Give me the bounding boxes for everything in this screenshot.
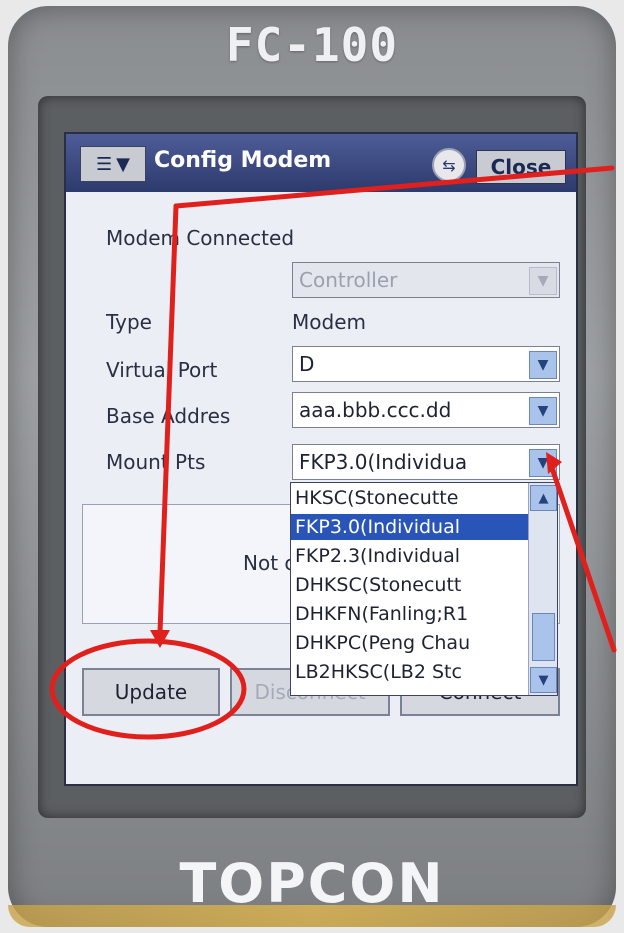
mount-pts-select[interactable]: FKP3.0(Individua ▼ — [292, 444, 560, 480]
dropdown-option[interactable]: FKP3.0(Individual — [291, 514, 531, 540]
chevron-down-icon[interactable]: ▼ — [529, 449, 557, 477]
mount-pts-value: FKP3.0(Individua — [299, 450, 468, 474]
base-address-value: aaa.bbb.ccc.dd — [299, 398, 452, 422]
dropdown-scrollbar[interactable]: ▲ ▼ — [528, 483, 557, 695]
mount-pts-dropdown[interactable]: HKSC(Stonecutte FKP3.0(Individual FKP2.3(I… — [290, 482, 558, 696]
chevron-down-icon: ▼ — [529, 267, 557, 295]
dropdown-option[interactable]: DHKFN(Fanling;R1 — [291, 601, 531, 627]
dropdown-option[interactable]: DHKSC(Stonecutt — [291, 572, 531, 598]
scroll-up-icon[interactable]: ▲ — [530, 485, 557, 511]
modem-status-label: Modem Connected — [106, 226, 295, 250]
chevron-down-icon[interactable]: ▼ — [529, 351, 557, 379]
scroll-thumb[interactable] — [532, 613, 555, 661]
menu-icon: ☰ — [96, 153, 113, 175]
dropdown-option[interactable]: FKP2.3(Individual — [291, 543, 531, 569]
virtual-port-select[interactable]: D ▼ — [292, 346, 560, 382]
dropdown-option[interactable]: HKSC(Stonecutte — [291, 485, 531, 511]
base-address-select[interactable]: aaa.bbb.ccc.dd ▼ — [292, 392, 560, 428]
device-model: FC-100 — [225, 18, 399, 72]
connection-icon[interactable]: ⇆ — [432, 148, 466, 182]
type-label: Type — [106, 310, 152, 334]
type-value: Modem — [292, 310, 366, 334]
scroll-down-icon[interactable]: ▼ — [530, 667, 557, 693]
menu-button[interactable]: ☰ ▼ — [80, 146, 146, 182]
window-title: Config Modem — [154, 148, 332, 173]
screen: ☰ ▼ Config Modem ⇆ Close Modem Connected… — [64, 132, 578, 786]
dropdown-option[interactable]: LB2HKSC(LB2 Stc — [291, 659, 531, 685]
update-button[interactable]: Update — [82, 668, 220, 716]
base-address-label: Base Addres — [106, 404, 231, 428]
virtual-port-value: D — [299, 352, 315, 376]
title-bar: ☰ ▼ Config Modem ⇆ Close — [66, 134, 576, 192]
mount-pts-label: Mount Pts — [106, 450, 206, 474]
brand-logo: TOPCON — [179, 852, 445, 915]
chevron-down-icon: ▼ — [116, 153, 130, 175]
status-text: Not c — [243, 551, 296, 575]
virtual-port-label: Virtual Port — [106, 358, 218, 382]
controller-select: Controller ▼ — [292, 262, 560, 298]
controller-value: Controller — [299, 268, 398, 292]
close-button[interactable]: Close — [476, 150, 566, 184]
dropdown-option[interactable]: DHKPC(Peng Chau — [291, 630, 531, 656]
chevron-down-icon[interactable]: ▼ — [529, 397, 557, 425]
